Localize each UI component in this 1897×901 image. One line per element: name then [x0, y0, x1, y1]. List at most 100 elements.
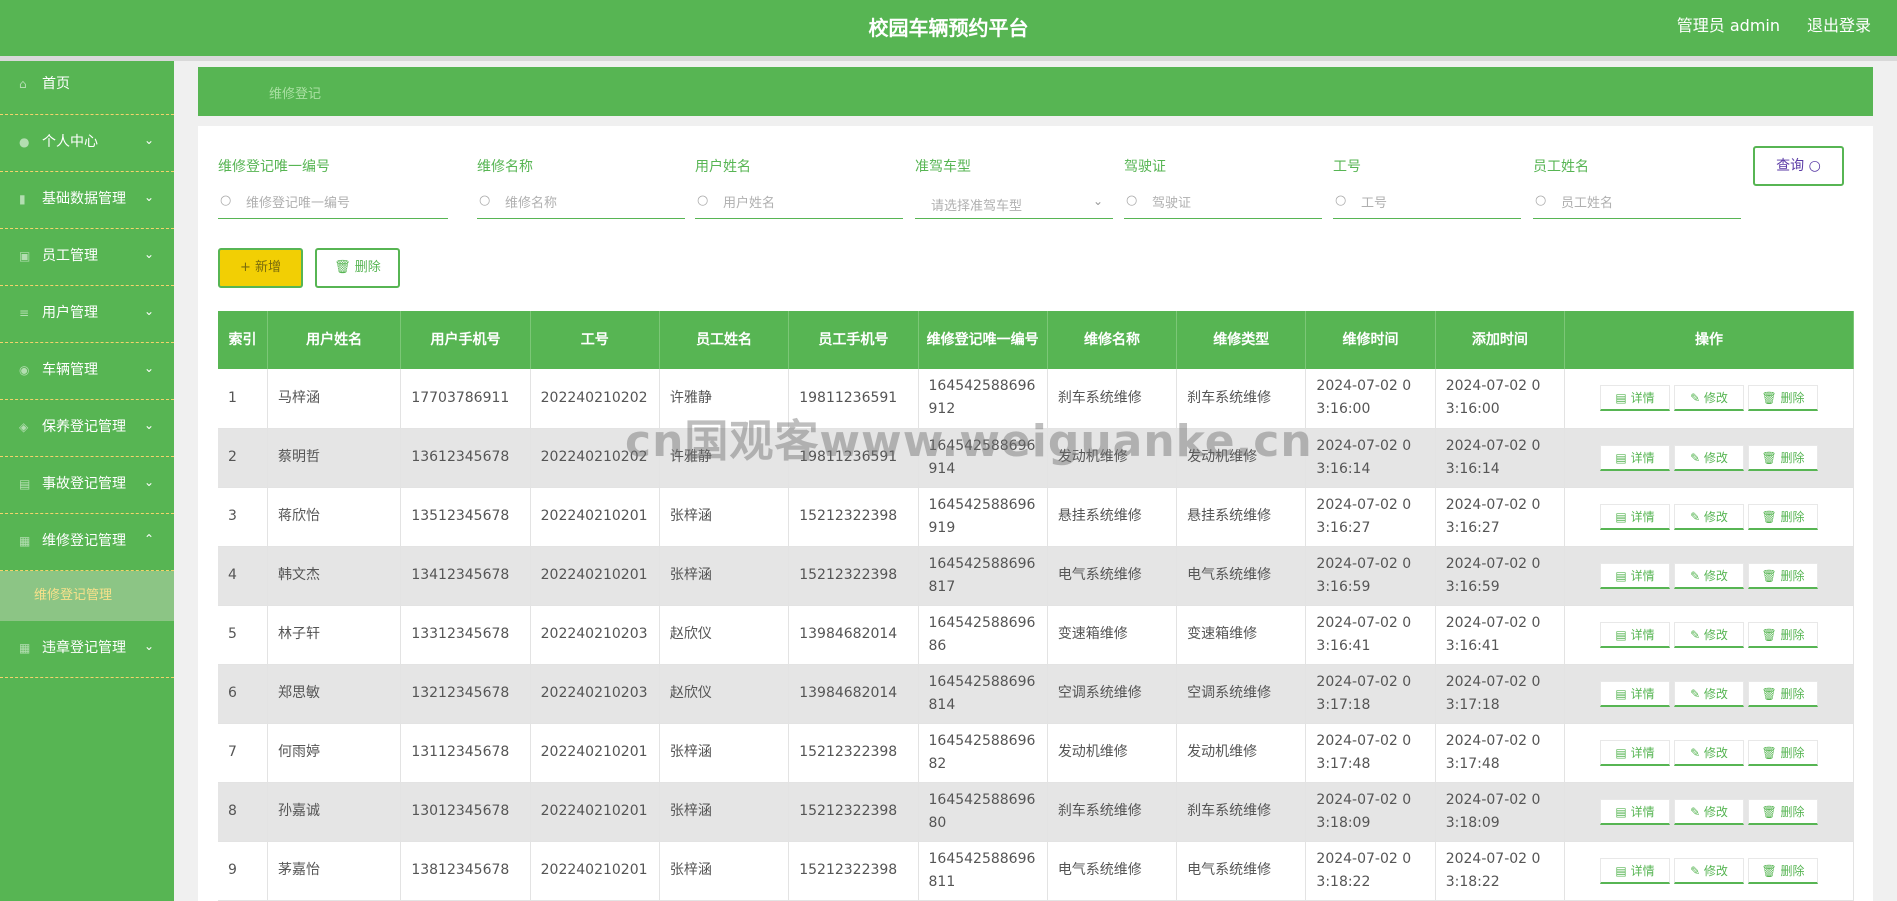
table-cell: 202240210201: [530, 782, 660, 842]
chevron-down-icon: ⌄: [143, 639, 154, 653]
table-cell: 6: [218, 664, 268, 724]
main-content: 维修登记 维修登记唯一编号 ○ 维修名称 ○ 用户姓名 ○ 准驾车型: [198, 67, 1873, 901]
table-cell: 林子轩: [267, 605, 402, 665]
edit-button[interactable]: ✎ 修改: [1674, 562, 1744, 589]
table-cell: 电气系统维修: [1176, 841, 1307, 901]
edit-button[interactable]: ✎ 修改: [1674, 444, 1744, 471]
table-cell: 15212322398: [788, 487, 919, 547]
row-delete-button[interactable]: 🗑 删除: [1748, 562, 1818, 589]
header-divider: [0, 56, 1897, 61]
sidebar-item-violations[interactable]: ▦ 违章登记管理 ⌄: [0, 621, 174, 678]
content-panel: 维修登记唯一编号 ○ 维修名称 ○ 用户姓名 ○ 准驾车型 请选择准驾车型: [198, 126, 1873, 901]
edit-button[interactable]: ✎ 修改: [1674, 857, 1744, 884]
table-cell: 2024-07-02 03:16:00: [1435, 369, 1566, 429]
sidebar-subitem-repairs[interactable]: 维修登记管理: [0, 571, 174, 621]
detail-button[interactable]: ▤ 详情: [1600, 680, 1670, 707]
table-cell: 1: [218, 369, 268, 429]
employee-no-input[interactable]: [1333, 188, 1521, 218]
detail-button[interactable]: ▤ 详情: [1600, 503, 1670, 530]
field-label: 员工姓名: [1533, 159, 1589, 175]
row-delete-button[interactable]: 🗑 删除: [1748, 385, 1818, 412]
column-header: 用户手机号: [400, 311, 531, 369]
repair-id-input[interactable]: [218, 188, 448, 218]
row-delete-button[interactable]: 🗑 删除: [1748, 680, 1818, 707]
edit-button[interactable]: ✎ 修改: [1674, 739, 1744, 766]
repair-name-input[interactable]: [477, 188, 685, 218]
table-cell: 4: [218, 546, 268, 606]
edit-button[interactable]: ✎ 修改: [1674, 621, 1744, 648]
sidebar-item-label: 基础数据管理: [42, 191, 126, 207]
sidebar-item-repairs[interactable]: ▦ 维修登记管理 ⌃: [0, 514, 174, 571]
query-button[interactable]: 查询 ○: [1753, 146, 1844, 186]
table-cell: 赵欣仪: [659, 605, 790, 665]
id-card-icon: ▣: [19, 249, 31, 263]
table-cell: 2024-07-02 03:17:48: [1435, 723, 1566, 783]
table-cell: 13412345678: [400, 546, 531, 606]
table-cell: 张梓涵: [659, 546, 790, 606]
search-field-employee-no: 工号 ○: [1333, 156, 1521, 219]
shield-icon: ◈: [19, 420, 29, 434]
logout-link[interactable]: 退出登录: [1807, 0, 1871, 52]
row-delete-button[interactable]: 🗑 删除: [1748, 503, 1818, 530]
row-delete-button[interactable]: 🗑 删除: [1748, 739, 1818, 766]
table-cell: 刹车系统维修: [1176, 782, 1307, 842]
column-header: 维修时间: [1305, 311, 1436, 369]
table-row: 9 茅嘉怡 13812345678 202240210201 张梓涵 1521232239…: [218, 841, 1854, 901]
table-cell: 2024-07-02 03:16:41: [1435, 605, 1566, 665]
sidebar-item-label: 首页: [42, 76, 70, 92]
detail-button[interactable]: ▤ 详情: [1600, 798, 1670, 825]
detail-button[interactable]: ▤ 详情: [1600, 562, 1670, 589]
row-delete-button[interactable]: 🗑 删除: [1748, 444, 1818, 471]
grid-icon: ▦: [19, 534, 31, 548]
search-icon: ○: [1335, 193, 1347, 208]
table-cell: 164542588696814: [918, 664, 1048, 724]
table-cell: 电气系统维修: [1047, 841, 1178, 901]
edit-button[interactable]: ✎ 修改: [1674, 503, 1744, 530]
table-cell: 15212322398: [788, 546, 919, 606]
row-delete-button[interactable]: 🗑 删除: [1748, 857, 1818, 884]
add-button[interactable]: + 新增: [218, 248, 303, 288]
detail-button[interactable]: ▤ 详情: [1600, 444, 1670, 471]
table-cell: 9: [218, 841, 268, 901]
license-input[interactable]: [1124, 188, 1322, 218]
user-name-input[interactable]: [695, 188, 903, 218]
sidebar-item-label: 违章登记管理: [42, 640, 126, 656]
search-field-repair-name: 维修名称 ○: [477, 156, 685, 219]
sidebar-item-users[interactable]: ≡ 用户管理 ⌄: [0, 286, 174, 343]
column-header: 添加时间: [1435, 311, 1566, 369]
sidebar-item-accidents[interactable]: ▤ 事故登记管理 ⌄: [0, 457, 174, 514]
table-cell: 蔡明哲: [267, 428, 402, 488]
detail-button[interactable]: ▤ 详情: [1600, 385, 1670, 412]
detail-button[interactable]: ▤ 详情: [1600, 739, 1670, 766]
edit-button[interactable]: ✎ 修改: [1674, 680, 1744, 707]
vehicle-class-select[interactable]: 请选择准驾车型 ⌄: [915, 188, 1113, 219]
employee-name-input[interactable]: [1533, 188, 1741, 218]
breadcrumb-item[interactable]: 维修登记: [269, 83, 321, 102]
chevron-down-icon: ⌄: [143, 361, 154, 375]
edit-button[interactable]: ✎ 修改: [1674, 385, 1744, 412]
sidebar-item-maintenance[interactable]: ◈ 保养登记管理 ⌄: [0, 400, 174, 457]
sidebar-item-personal-center[interactable]: ● 个人中心 ⌄: [0, 115, 174, 172]
table-cell: 3: [218, 487, 268, 547]
table-cell: 13984682014: [788, 605, 919, 665]
sidebar-item-vehicles[interactable]: ◉ 车辆管理 ⌄: [0, 343, 174, 400]
field-label: 用户姓名: [695, 159, 751, 175]
sidebar-item-staff[interactable]: ▣ 员工管理 ⌄: [0, 229, 174, 286]
row-delete-button[interactable]: 🗑 删除: [1748, 621, 1818, 648]
edit-button[interactable]: ✎ 修改: [1674, 798, 1744, 825]
top-header: 校园车辆预约平台 管理员 admin 退出登录: [0, 0, 1897, 56]
row-delete-button[interactable]: 🗑 删除: [1748, 798, 1818, 825]
chevron-down-icon: ⌄: [1092, 194, 1103, 208]
bulk-delete-button[interactable]: 🗑 删除: [315, 248, 400, 288]
search-icon: ○: [220, 193, 232, 208]
detail-button[interactable]: ▤ 详情: [1600, 621, 1670, 648]
table-cell: 2024-07-02 03:18:09: [1435, 782, 1566, 842]
sidebar-item-home[interactable]: ⌂ 首页: [0, 61, 174, 115]
sidebar-item-basic-data[interactable]: ▮ 基础数据管理 ⌄: [0, 172, 174, 229]
chevron-down-icon: ⌄: [143, 133, 154, 147]
table-cell: 悬挂系统维修: [1176, 487, 1307, 547]
table-cell: 13812345678: [400, 841, 531, 901]
sidebar-item-label: 保养登记管理: [42, 419, 126, 435]
detail-button[interactable]: ▤ 详情: [1600, 857, 1670, 884]
search-icon: ○: [479, 193, 491, 208]
